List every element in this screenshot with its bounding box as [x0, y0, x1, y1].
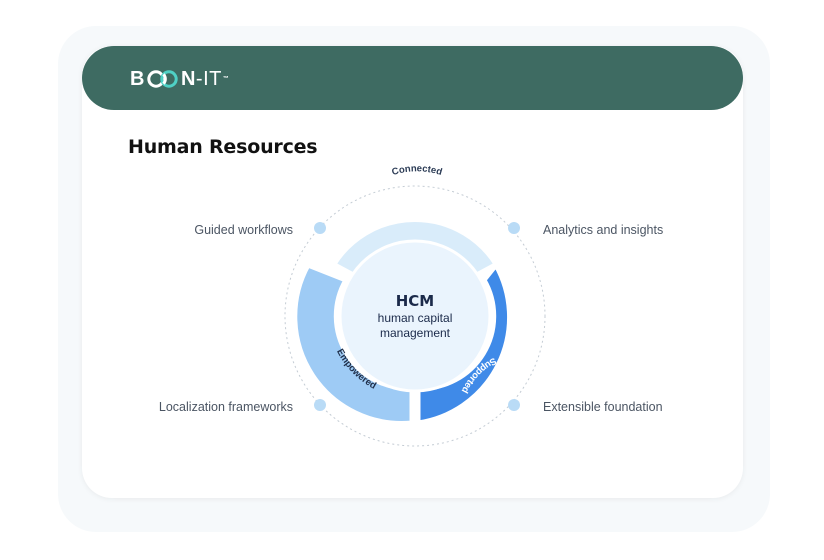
feature-dot-top-left — [314, 222, 326, 234]
center-line-2: management — [380, 326, 451, 340]
segment-label-connected: Connected — [391, 163, 444, 178]
content-card: B N - IT ™ Human Resources Connected Emp… — [82, 46, 743, 498]
hcm-diagram: Connected Empowered Supported HCM human … — [284, 163, 546, 447]
center-line-1: human capital — [378, 311, 453, 325]
feature-guided-workflows: Guided workflows — [194, 223, 293, 237]
feature-analytics-insights: Analytics and insights — [543, 223, 664, 237]
feature-dot-top-right — [508, 222, 520, 234]
center-title: HCM — [396, 292, 435, 310]
feature-dot-bottom-left — [314, 399, 326, 411]
feature-extensible-foundation: Extensible foundation — [543, 400, 663, 414]
feature-dot-bottom-right — [508, 399, 520, 411]
feature-localization-frameworks: Localization frameworks — [158, 400, 293, 414]
